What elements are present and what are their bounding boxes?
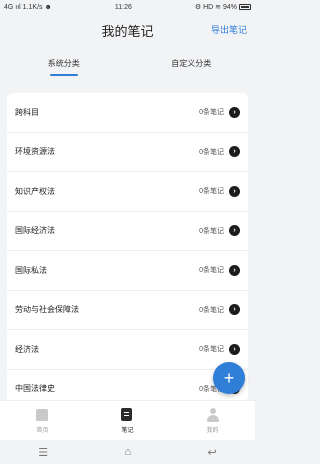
list-item[interactable]: 国际私法 0条笔记 › xyxy=(7,251,248,291)
list-item[interactable]: 国际经济法 0条笔记 › xyxy=(7,212,248,251)
system-nav-bar: ☰ ⌂ ↩ xyxy=(0,440,255,464)
category-title: 知识产权法 xyxy=(15,186,55,196)
note-count: 0条笔记 xyxy=(199,306,224,314)
chevron-right-icon: › xyxy=(229,343,240,355)
category-title: 跨科目 xyxy=(15,107,39,117)
category-tabs: 系统分类 自定义分类 xyxy=(0,52,255,76)
tab-system-categories[interactable]: 系统分类 xyxy=(0,52,128,76)
list-item[interactable]: 经济法 0条笔记 › xyxy=(7,330,248,370)
note-count: 0条笔记 xyxy=(199,267,224,275)
category-title: 劳动与社会保障法 xyxy=(15,305,79,315)
add-note-button[interactable]: + xyxy=(213,362,245,394)
page-title: 我的笔记 xyxy=(101,23,154,39)
list-item[interactable]: 跨科目 0条笔记 › xyxy=(7,93,248,133)
category-title: 国际私法 xyxy=(15,265,47,275)
list-item[interactable]: 环境资源法 0条笔记 › xyxy=(7,133,248,172)
nav-label: 我的 xyxy=(206,427,219,434)
chevron-right-icon: › xyxy=(229,304,240,316)
chevron-right-icon: › xyxy=(229,185,240,197)
home-icon xyxy=(35,408,50,422)
home-button-icon[interactable]: ⌂ xyxy=(124,446,131,458)
nav-label: 首页 xyxy=(36,427,49,434)
nav-label: 笔记 xyxy=(121,427,134,434)
list-item[interactable]: 劳动与社会保障法 0条笔记 › xyxy=(7,291,248,330)
status-left: 4G ııl 1.1K/s ☻ xyxy=(4,3,52,11)
note-count: 0条笔记 xyxy=(199,346,224,354)
nav-home[interactable]: 首页 xyxy=(0,401,85,440)
category-title: 经济法 xyxy=(15,344,39,354)
profile-icon xyxy=(206,407,220,422)
chevron-right-icon: › xyxy=(229,264,240,276)
list-item[interactable]: 中国法律史 0条笔记› xyxy=(7,370,248,404)
chevron-right-icon: › xyxy=(229,106,240,118)
status-bar: 4G ııl 1.1K/s ☻ 11:26 ⚙ HD ≋ 94% xyxy=(0,0,255,14)
export-notes-button[interactable]: 导出笔记 xyxy=(211,23,247,36)
back-icon[interactable]: ↩ xyxy=(208,446,217,459)
nav-profile[interactable]: 我的 xyxy=(170,401,255,440)
category-list: 跨科目 0条笔记 › 环境资源法 0条笔记 › 知识产权法 0条笔记 › 国际经济法 … xyxy=(7,93,248,403)
battery-icon xyxy=(239,4,251,10)
note-count: 0条笔记 xyxy=(199,109,224,117)
status-time: 11:26 xyxy=(114,3,132,11)
note-count: 0条笔记 xyxy=(199,148,224,156)
category-title: 中国法律史 xyxy=(15,384,55,394)
chevron-right-icon: › xyxy=(229,225,240,237)
status-right: ⚙ HD ≋ 94% xyxy=(195,3,251,11)
bottom-nav: 首页 笔记 我的 xyxy=(0,400,255,440)
category-title: 环境资源法 xyxy=(15,147,55,157)
menu-icon[interactable]: ☰ xyxy=(38,446,48,459)
note-count: 0条笔记 xyxy=(199,188,224,196)
category-title: 国际经济法 xyxy=(15,226,55,236)
list-item[interactable]: 知识产权法 0条笔记 › xyxy=(7,172,248,212)
tab-custom-categories[interactable]: 自定义分类 xyxy=(128,52,256,76)
nav-notes[interactable]: 笔记 xyxy=(85,401,170,440)
note-icon xyxy=(120,407,135,422)
note-count: 0条笔记 xyxy=(199,227,224,235)
page-header: 我的笔记 导出笔记 xyxy=(0,16,255,44)
chevron-right-icon: › xyxy=(229,146,240,158)
status-icons: ⚙ HD ≋ 94% xyxy=(194,4,237,11)
